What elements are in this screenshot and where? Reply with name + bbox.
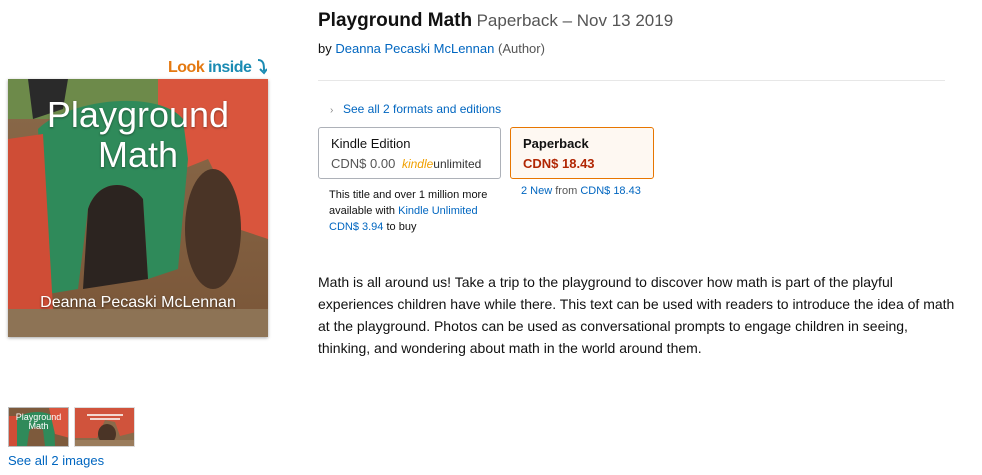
author-role: (Author) — [497, 41, 545, 56]
paperback-from-price-link[interactable]: CDN$ 18.43 — [580, 185, 641, 197]
kindle-price-row: CDN$ 0.00 kindleunlimited — [331, 156, 488, 171]
thumbnail-back[interactable] — [74, 407, 135, 447]
kindle-unlimited-logo: kindleunlimited — [401, 157, 482, 171]
kindle-buy-price-link[interactable]: CDN$ 3.94 — [329, 221, 383, 233]
book-cover-image[interactable]: Playground Math Deanna Pecaski McLennan — [8, 79, 268, 337]
cover-title-line1: Playground — [46, 94, 230, 135]
thumbnail-cover[interactable]: Playground Math — [8, 407, 69, 447]
see-all-formats-link[interactable]: See all 2 formats and editions — [343, 102, 501, 116]
author-link[interactable]: Deanna Pecaski McLennan — [335, 41, 494, 56]
kindle-buy-suffix: to buy — [386, 221, 417, 233]
look-inside-badge[interactable]: Look inside — [168, 59, 268, 77]
byline: by Deanna Pecaski McLennan (Author) — [318, 41, 545, 56]
thumbnail-cover-title: Playground Math — [15, 412, 62, 431]
format-kindle-edition[interactable]: Kindle Edition CDN$ 0.00 kindleunlimited — [318, 127, 501, 179]
product-format-date: Paperback – Nov 13 2019 — [476, 11, 674, 30]
paperback-offers: 2 New from CDN$ 18.43 — [521, 185, 641, 197]
see-all-images-link[interactable]: See all 2 images — [8, 453, 104, 468]
kindle-unlimited-link[interactable]: Kindle Unlimited — [398, 205, 477, 217]
divider — [318, 80, 945, 81]
thumbnail-back-photo — [75, 408, 134, 446]
see-all-formats[interactable]: › See all 2 formats and editions — [330, 102, 501, 116]
paperback-price: CDN$ 18.43 — [523, 156, 595, 171]
look-inside-look-text: Look — [168, 59, 205, 76]
paperback-new-link[interactable]: 2 New — [521, 185, 552, 197]
kindle-unlimited-note: This title and over 1 million more avail… — [329, 187, 489, 235]
chevron-right-icon: › — [330, 105, 334, 116]
paperback-from-text: from — [555, 185, 578, 197]
paperback-format-name: Paperback — [523, 136, 589, 151]
byline-prefix: by — [318, 41, 332, 56]
product-description: Math is all around us! Take a trip to th… — [318, 274, 955, 356]
look-inside-inside-text: inside — [208, 59, 252, 76]
product-title: Playground Math — [318, 10, 473, 31]
kindle-price: CDN$ 0.00 — [331, 156, 396, 171]
cover-author: Deanna Pecaski McLennan — [40, 294, 236, 311]
cover-title-line2: Math — [97, 134, 179, 175]
product-title-row: Playground Math Paperback – Nov 13 2019 — [318, 10, 673, 32]
kindle-format-name: Kindle Edition — [331, 136, 411, 151]
format-paperback[interactable]: Paperback CDN$ 18.43 — [510, 127, 654, 179]
curved-arrow-down-icon — [258, 59, 268, 75]
